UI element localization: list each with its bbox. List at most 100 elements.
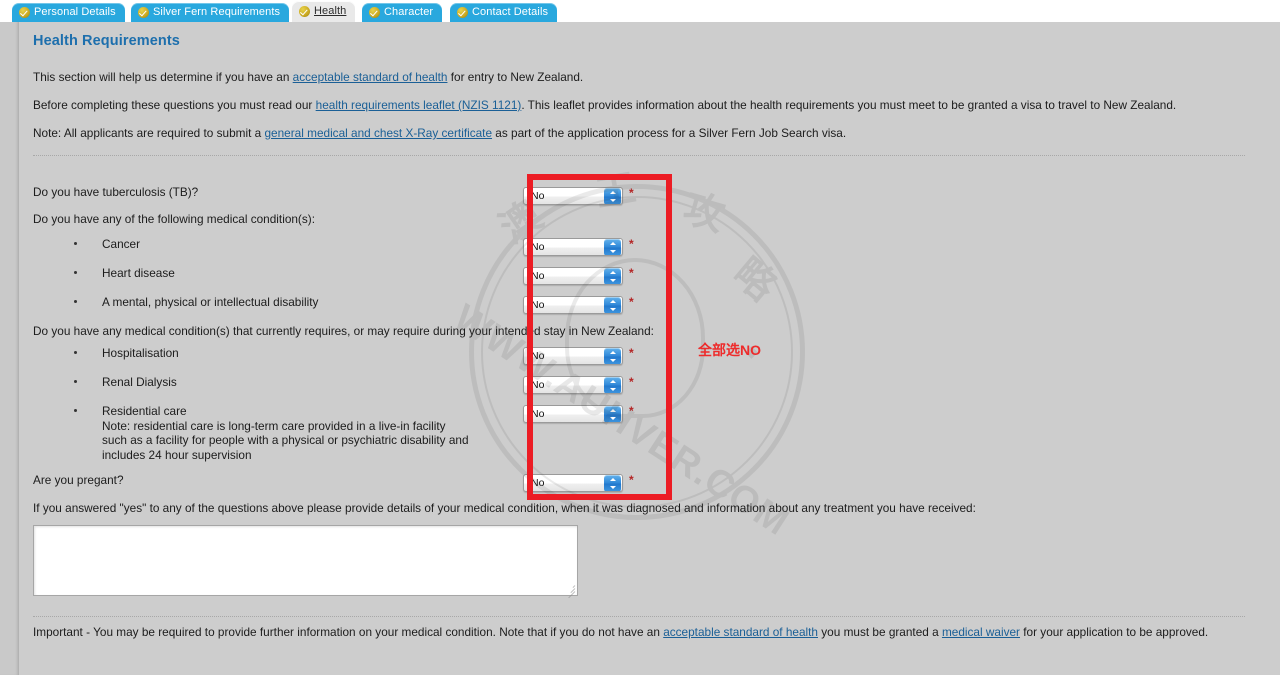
list-item-label: Renal Dialysis xyxy=(102,375,177,389)
required-asterisk: * xyxy=(629,346,634,360)
list-item-label: A mental, physical or intellectual disab… xyxy=(102,295,319,309)
tab-label: Character xyxy=(384,6,434,18)
chevron-updown-icon[interactable] xyxy=(604,475,622,491)
bullet-dot-icon xyxy=(74,271,77,274)
select-renal-dialysis[interactable]: No * xyxy=(523,375,634,395)
select-disability[interactable]: No * xyxy=(523,295,634,315)
required-asterisk: * xyxy=(629,237,634,251)
intro-text: for entry to New Zealand. xyxy=(447,70,584,84)
select-hospitalisation[interactable]: No * xyxy=(523,346,634,366)
intro-text: . This leaflet provides information abou… xyxy=(521,98,1177,112)
select-heart-disease[interactable]: No * xyxy=(523,266,634,286)
bullet-dot-icon xyxy=(74,409,77,412)
important-paragraph: Important - You may be required to provi… xyxy=(33,625,1208,639)
link-acceptable-standard-of-health[interactable]: acceptable standard of health xyxy=(293,70,448,84)
chevron-updown-icon[interactable] xyxy=(604,297,622,313)
select-control[interactable]: No xyxy=(523,187,623,205)
question-conditions-heading: Do you have any of the following medical… xyxy=(33,212,315,226)
list-item-residential-care: Residential care Note: residential care … xyxy=(74,404,469,462)
select-tuberculosis[interactable]: No * xyxy=(523,186,634,206)
left-rail xyxy=(0,21,19,675)
section-divider xyxy=(33,155,1245,156)
medical-details-textarea[interactable] xyxy=(33,525,578,599)
details-prompt: If you answered "yes" to any of the ques… xyxy=(33,501,976,515)
select-value: No xyxy=(531,270,545,282)
tab-character[interactable]: Character xyxy=(362,3,443,22)
intro-text: Before completing these questions you mu… xyxy=(33,98,316,112)
required-asterisk: * xyxy=(629,404,634,418)
check-circle-icon xyxy=(457,7,468,18)
select-residential-care[interactable]: No * xyxy=(523,404,634,424)
select-value: No xyxy=(531,350,545,362)
select-value: No xyxy=(531,299,545,311)
chevron-updown-icon[interactable] xyxy=(604,239,622,255)
intro-text: This section will help us determine if y… xyxy=(33,70,293,84)
list-item-renal-dialysis: Renal Dialysis xyxy=(74,375,177,389)
intro-text: Note: All applicants are required to sub… xyxy=(33,126,265,140)
select-control[interactable]: No xyxy=(523,238,623,256)
check-circle-icon xyxy=(299,6,310,17)
required-asterisk: * xyxy=(629,295,634,309)
important-text: for your application to be approved. xyxy=(1019,625,1209,639)
link-health-requirements-leaflet[interactable]: health requirements leaflet (NZIS 1121) xyxy=(316,98,522,112)
list-item-disability: A mental, physical or intellectual disab… xyxy=(74,295,318,309)
tab-bar: Personal Details Silver Fern Requirement… xyxy=(0,0,1280,22)
select-value: No xyxy=(531,190,545,202)
page-body: 澳 工 攻 略 WWW.AUHVER.COM Health Requiremen… xyxy=(0,21,1280,675)
form-content: 澳 工 攻 略 WWW.AUHVER.COM Health Requiremen… xyxy=(19,21,1280,675)
required-asterisk: * xyxy=(629,186,634,200)
watermark: 澳 工 攻 略 WWW.AUHVER.COM xyxy=(446,162,827,544)
tab-health[interactable]: Health xyxy=(292,1,356,22)
check-circle-icon xyxy=(138,7,149,18)
link-medical-waiver[interactable]: medical waiver xyxy=(942,625,1020,639)
link-medical-chest-xray-certificate[interactable]: general medical and chest X-Ray certific… xyxy=(264,126,492,140)
annotation-note: 全部选NO xyxy=(698,342,761,358)
chevron-updown-icon[interactable] xyxy=(604,348,622,364)
bullet-dot-icon xyxy=(74,380,77,383)
application-window: Personal Details Silver Fern Requirement… xyxy=(0,0,1280,675)
list-item-label: Residential care xyxy=(102,404,187,418)
intro-paragraph-1: This section will help us determine if y… xyxy=(33,70,583,84)
important-text: Important - You may be required to provi… xyxy=(33,625,664,639)
select-value: No xyxy=(531,477,545,489)
list-item-label: Heart disease xyxy=(102,266,175,280)
select-value: No xyxy=(531,379,545,391)
tab-label: Silver Fern Requirements xyxy=(153,6,281,18)
list-item-label: Cancer xyxy=(102,237,141,251)
select-control[interactable]: No xyxy=(523,376,623,394)
intro-paragraph-2: Before completing these questions you mu… xyxy=(33,98,1176,112)
chevron-updown-icon[interactable] xyxy=(604,406,622,422)
chevron-updown-icon[interactable] xyxy=(604,268,622,284)
bullet-dot-icon xyxy=(74,351,77,354)
bullet-dot-icon xyxy=(74,242,77,245)
resize-handle-icon[interactable] xyxy=(565,583,576,599)
select-control[interactable]: No xyxy=(523,347,623,365)
intro-paragraph-3: Note: All applicants are required to sub… xyxy=(33,126,846,140)
tab-contact-details[interactable]: Contact Details xyxy=(450,3,558,22)
tab-silver-fern-requirements[interactable]: Silver Fern Requirements xyxy=(131,3,290,22)
intro-text: as part of the application process for a… xyxy=(492,126,847,140)
select-control[interactable]: No xyxy=(523,296,623,314)
bullet-dot-icon xyxy=(74,300,77,303)
page-title: Health Requirements xyxy=(33,33,180,49)
list-item-cancer: Cancer xyxy=(74,237,140,251)
chevron-updown-icon[interactable] xyxy=(604,188,622,204)
residential-note-line-3: includes 24 hour supervision xyxy=(102,447,252,462)
select-control[interactable]: No xyxy=(523,405,623,423)
question-tuberculosis: Do you have tuberculosis (TB)? xyxy=(33,185,199,199)
select-control[interactable]: No xyxy=(523,267,623,285)
required-asterisk: * xyxy=(629,473,634,487)
check-circle-icon xyxy=(369,7,380,18)
tab-label: Personal Details xyxy=(34,6,116,18)
select-value: No xyxy=(531,241,545,253)
chevron-updown-icon[interactable] xyxy=(604,377,622,393)
select-cancer[interactable]: No * xyxy=(523,237,634,257)
check-circle-icon xyxy=(19,7,30,18)
required-asterisk: * xyxy=(629,375,634,389)
select-pregnant[interactable]: No * xyxy=(523,473,634,493)
tab-personal-details[interactable]: Personal Details xyxy=(12,3,125,22)
select-control[interactable]: No xyxy=(523,474,623,492)
link-acceptable-standard-of-health-footer[interactable]: acceptable standard of health xyxy=(663,625,818,639)
tab-label: Health xyxy=(314,5,347,17)
watermark-char: 攻 xyxy=(678,185,730,241)
